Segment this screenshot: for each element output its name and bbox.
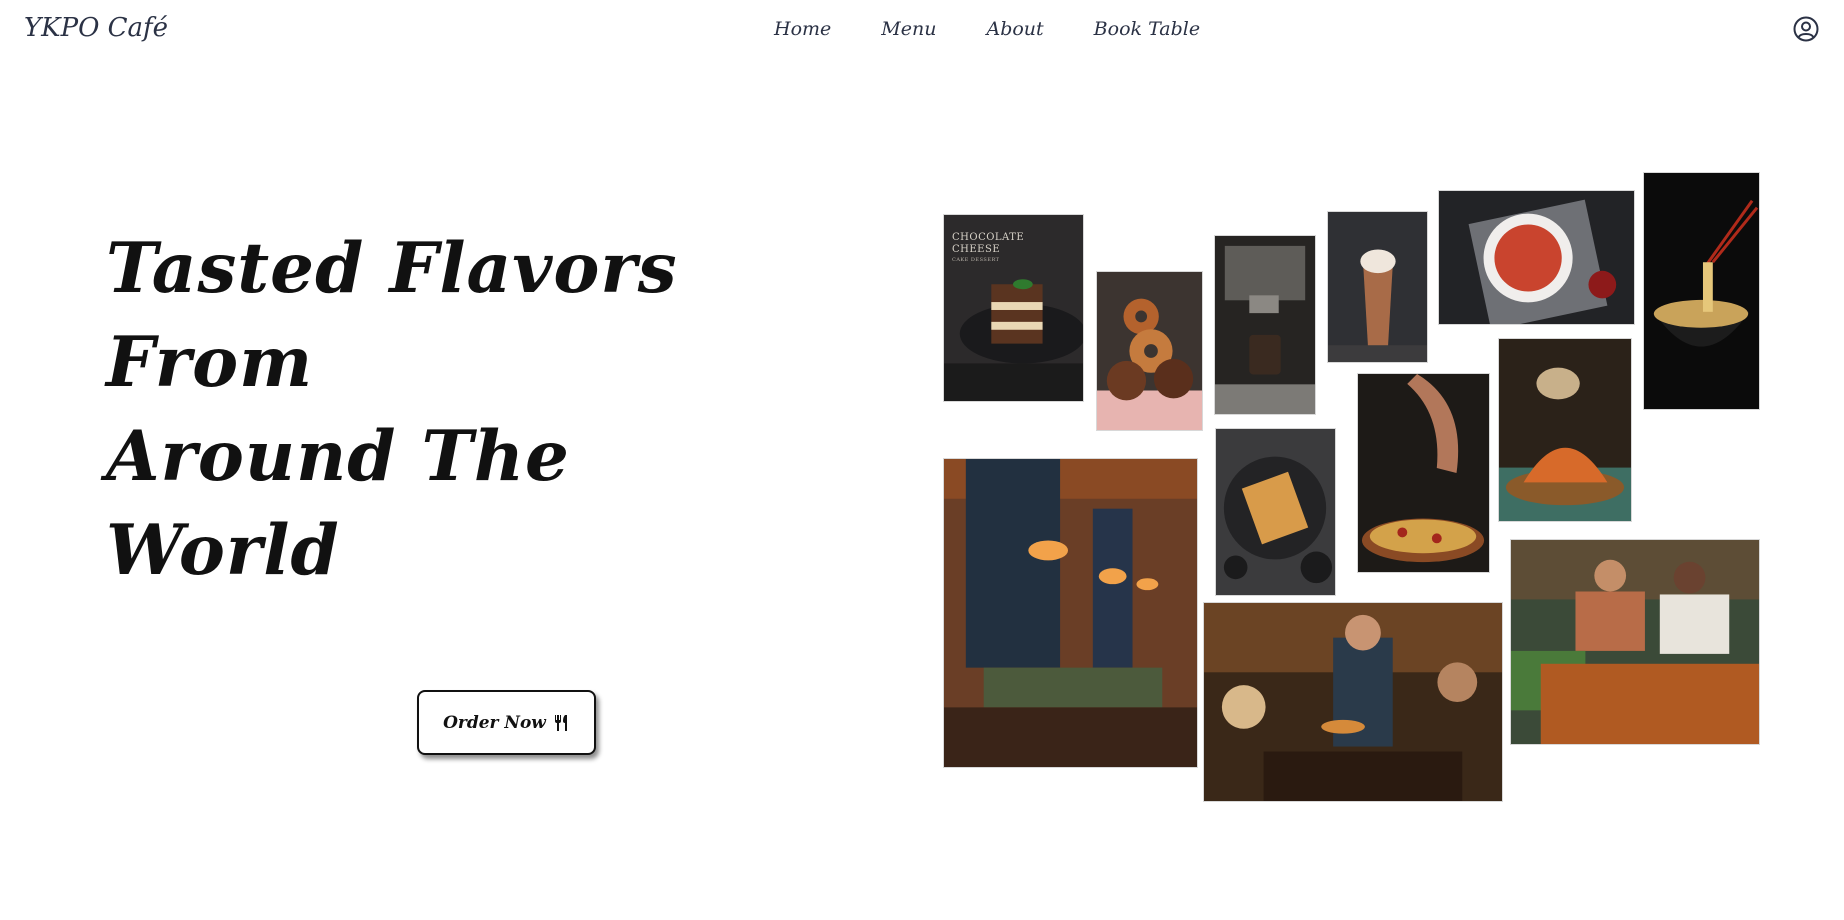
noodle-soup-image bbox=[1643, 172, 1760, 410]
navbar: YKPO Café Home Menu About Book Table bbox=[0, 0, 1844, 62]
waiter-serving-image bbox=[1203, 602, 1503, 802]
iced-coffee-image bbox=[1327, 211, 1428, 363]
main-navigation: Home Menu About Book Table bbox=[774, 18, 1200, 40]
user-circle-icon[interactable] bbox=[1793, 16, 1819, 42]
spiced-dish-image bbox=[1498, 338, 1632, 522]
donuts-image bbox=[1096, 271, 1203, 431]
fork-knife-icon bbox=[554, 714, 567, 731]
caption-line-2: CHEESE bbox=[952, 244, 1001, 255]
baklava-plate-image bbox=[1215, 428, 1336, 596]
espresso-machine-image bbox=[1214, 235, 1316, 415]
pizza-image bbox=[1357, 373, 1490, 573]
friends-dining-image bbox=[1510, 539, 1760, 745]
order-now-label: Order Now bbox=[443, 712, 546, 733]
nav-link-home[interactable]: Home bbox=[774, 18, 831, 40]
order-now-button[interactable]: Order Now bbox=[417, 690, 596, 755]
hero-title: Tasted Flavors From Around The World bbox=[106, 222, 826, 598]
caption-small: CAKE DESSERT bbox=[952, 257, 1000, 263]
hero-title-line-2: Around The World bbox=[106, 416, 570, 591]
nav-link-about[interactable]: About bbox=[986, 18, 1043, 40]
caption-line-1: CHOCOLATE bbox=[952, 232, 1025, 243]
nav-link-menu[interactable]: Menu bbox=[881, 18, 936, 40]
chocolate-cheese-caption: CHOCOLATE CHEESE CAKE DESSERT bbox=[952, 232, 1024, 264]
chocolate-cheesecake-image: CHOCOLATE CHEESE CAKE DESSERT bbox=[943, 214, 1084, 402]
pasta-bowl-image bbox=[1438, 190, 1635, 325]
hero-title-line-1: Tasted Flavors From bbox=[106, 228, 678, 403]
nav-link-book-table[interactable]: Book Table bbox=[1094, 18, 1200, 40]
brand-logo-text[interactable]: YKPO Café bbox=[24, 13, 168, 43]
restaurant-interior-image bbox=[943, 458, 1198, 768]
